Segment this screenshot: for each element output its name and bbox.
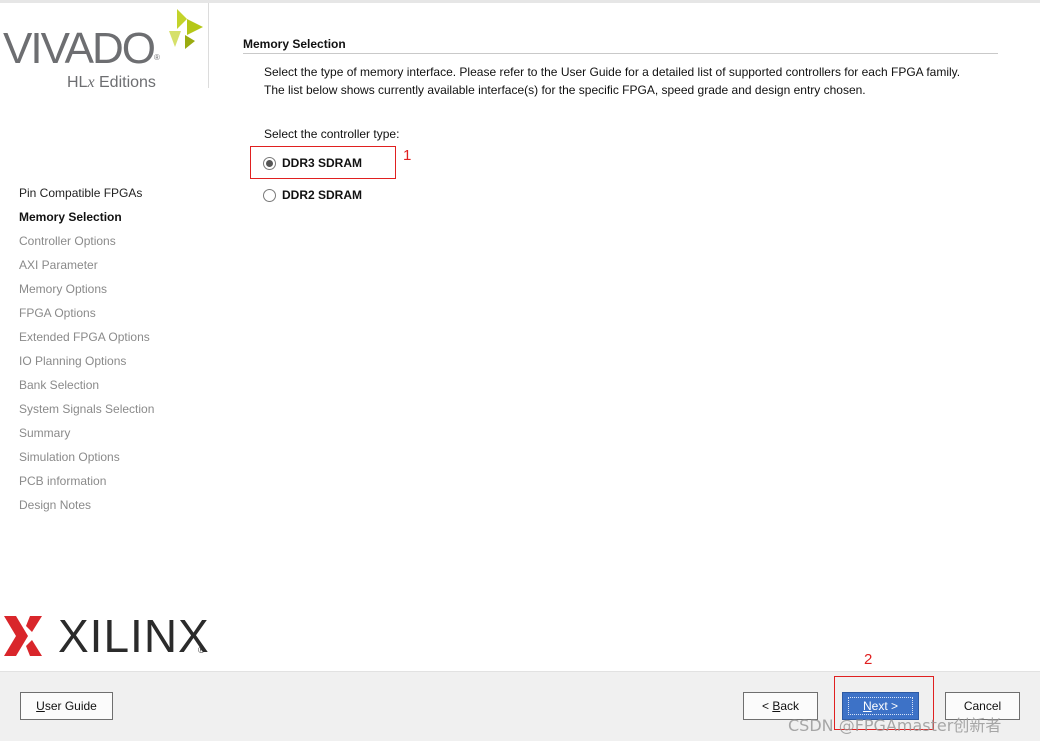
radio-option-ddr2[interactable]: DDR2 SDRAM	[263, 185, 362, 205]
radio-label-ddr2[interactable]: DDR2 SDRAM	[282, 188, 362, 202]
vivado-wordmark: VIVADO	[3, 24, 156, 73]
annotation-number-1: 1	[403, 147, 412, 164]
step-io-planning-options: IO Planning Options	[19, 354, 127, 368]
step-system-signals-selection: System Signals Selection	[19, 402, 155, 416]
description-line-2: The list below shows currently available…	[264, 83, 866, 97]
xilinx-x-mark-icon	[4, 616, 42, 656]
step-design-notes: Design Notes	[19, 498, 92, 512]
xilinx-registered-mark: ®	[198, 645, 205, 655]
annotation-number-2: 2	[864, 651, 873, 668]
step-summary: Summary	[19, 426, 71, 440]
wizard-step-list: Pin Compatible FPGAs Memory Selection Co…	[19, 181, 154, 517]
description-line-1: Select the type of memory interface. Ple…	[264, 65, 961, 79]
step-controller-options: Controller Options	[19, 234, 116, 248]
step-memory-selection[interactable]: Memory Selection	[19, 205, 154, 229]
step-fpga-options: FPGA Options	[19, 306, 96, 320]
vivado-edition-text: HLx Editions	[67, 74, 156, 91]
step-memory-options: Memory Options	[19, 282, 108, 296]
step-extended-fpga-options: Extended FPGA Options	[19, 330, 150, 344]
step-bank-selection: Bank Selection	[19, 378, 100, 392]
step-simulation-options: Simulation Options	[19, 450, 120, 464]
watermark-text: CSDN @FPGAmaster创新者	[788, 716, 1002, 735]
annotation-box-1	[250, 146, 396, 179]
vivado-logo: VIVADO ® HLx Editions	[3, 7, 209, 91]
xilinx-wordmark: XILINX	[58, 610, 210, 662]
step-pin-compatible-fpgas[interactable]: Pin Compatible FPGAs	[19, 181, 154, 205]
radio-button-ddr2[interactable]	[263, 188, 276, 202]
section-divider	[243, 53, 998, 54]
vivado-leaf-icon	[169, 9, 203, 49]
xilinx-logo: XILINX ®	[4, 613, 210, 661]
step-pcb-information: PCB information	[19, 474, 107, 488]
user-guide-button[interactable]: User Guide	[20, 692, 113, 720]
section-title: Memory Selection	[243, 37, 346, 51]
logo-divider	[208, 3, 209, 88]
controller-type-label: Select the controller type:	[264, 127, 400, 141]
wizard-sidebar: VIVADO ® HLx Editions Pin Compatible FPG…	[0, 3, 210, 671]
step-axi-parameter: AXI Parameter	[19, 258, 98, 272]
vivado-registered-mark: ®	[154, 53, 160, 62]
